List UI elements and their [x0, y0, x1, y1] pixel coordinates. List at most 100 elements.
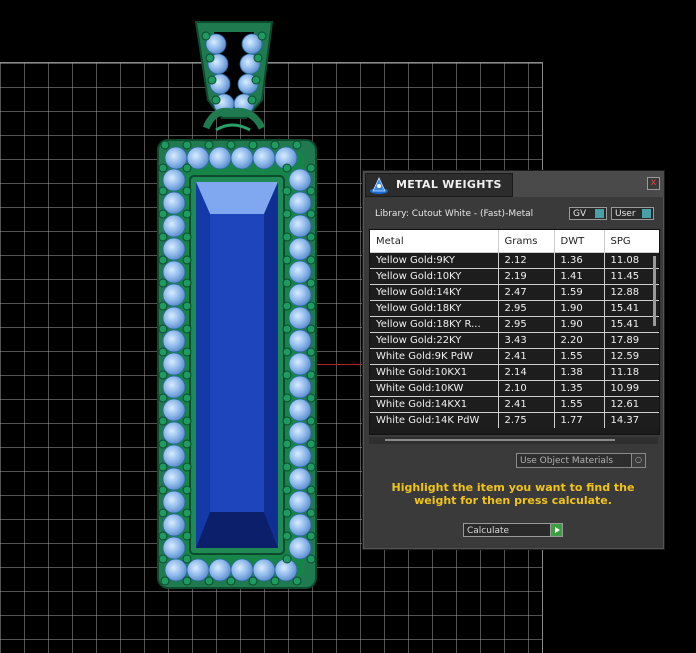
diamond — [162, 444, 186, 468]
diamond — [162, 306, 186, 330]
cell-grams: 2.95 — [498, 316, 555, 333]
table-row[interactable]: White Gold:9K PdW 2.41 1.55 12.59 — [370, 348, 659, 365]
calculate-button[interactable]: Calculate — [463, 523, 563, 537]
table-row[interactable]: White Gold:10KX1 2.14 1.38 11.18 — [370, 364, 659, 381]
prong — [270, 140, 280, 150]
prong — [182, 209, 192, 219]
diamond — [162, 214, 186, 238]
diamond — [162, 513, 186, 537]
cell-metal: White Gold:10KX1 — [370, 364, 499, 381]
diamond — [230, 558, 254, 582]
cell-metal: Yellow Gold:22KY — [370, 332, 499, 349]
use-object-materials-checkbox[interactable]: Use Object Materials ○ — [516, 453, 646, 468]
diamond — [162, 260, 186, 284]
prong — [158, 393, 168, 403]
table-row[interactable]: Yellow Gold:10KY 2.19 1.41 11.45 — [370, 268, 659, 285]
diamond — [288, 329, 312, 353]
cell-spg: 15.41 — [604, 300, 659, 317]
prong — [282, 301, 292, 311]
library-label: Library: Cutout White - (Fast)-Metal — [375, 209, 534, 219]
cell-metal: Yellow Gold:9KY — [370, 252, 499, 269]
prong — [282, 462, 292, 472]
column-header-metal[interactable]: Metal — [370, 230, 499, 253]
prong — [182, 232, 192, 242]
prong — [306, 347, 316, 357]
diamond — [162, 237, 186, 261]
prong — [182, 485, 192, 495]
horizontal-scrollbar[interactable] — [369, 437, 658, 444]
cell-dwt: 1.59 — [554, 284, 605, 301]
cell-dwt: 2.20 — [554, 332, 605, 349]
prong — [282, 278, 292, 288]
prong — [182, 393, 192, 403]
column-header-grams[interactable]: Grams — [498, 230, 555, 253]
prong — [158, 255, 168, 265]
prong — [182, 576, 192, 586]
prong — [282, 370, 292, 380]
table-row[interactable]: White Gold:10KW 2.10 1.35 10.99 — [370, 380, 659, 397]
prong — [306, 370, 316, 380]
prong — [306, 416, 316, 426]
prong — [306, 209, 316, 219]
gv-toggle[interactable]: GV — [569, 207, 607, 220]
close-button[interactable]: x — [647, 177, 660, 190]
diamond — [288, 513, 312, 537]
diamond — [288, 214, 312, 238]
diamond — [288, 490, 312, 514]
prong — [292, 140, 302, 150]
vertical-scrollbar[interactable] — [653, 256, 656, 326]
cell-spg: 12.88 — [604, 284, 659, 301]
prong — [205, 53, 215, 63]
diamond — [288, 536, 312, 560]
prong — [306, 163, 316, 173]
cell-spg: 12.59 — [604, 348, 659, 365]
prong — [160, 576, 170, 586]
play-arrow-icon — [550, 523, 563, 537]
cell-dwt: 1.35 — [554, 380, 605, 397]
column-header-spg[interactable]: SPG — [604, 230, 659, 253]
table-row[interactable]: Yellow Gold:22KY 3.43 2.20 17.89 — [370, 332, 659, 349]
user-toggle-knob-icon — [642, 209, 651, 218]
table-row[interactable]: White Gold:14K PdW 2.75 1.77 14.37 — [370, 412, 659, 428]
prong — [306, 255, 316, 265]
cell-spg: 17.89 — [604, 332, 659, 349]
prong — [306, 508, 316, 518]
panel-tab[interactable]: METAL WEIGHTS — [365, 173, 513, 197]
center-stone — [189, 175, 285, 555]
prong — [282, 186, 292, 196]
table-row[interactable]: Yellow Gold:14KY 2.47 1.59 12.88 — [370, 284, 659, 301]
diamond — [208, 146, 232, 170]
table-row[interactable]: Yellow Gold:18KY 2.95 1.90 15.41 — [370, 300, 659, 317]
diamond — [208, 558, 232, 582]
gv-toggle-knob-icon — [595, 209, 604, 218]
diamond — [288, 398, 312, 422]
cad-viewport[interactable]: METAL WEIGHTS x Library: Cutout White - … — [0, 0, 696, 653]
table-row[interactable]: Yellow Gold:18KY R... 2.95 1.90 15.41 — [370, 316, 659, 333]
prong — [158, 232, 168, 242]
diamond — [288, 191, 312, 215]
prong — [158, 439, 168, 449]
diamond — [162, 398, 186, 422]
diamond — [230, 146, 254, 170]
diamond — [186, 558, 210, 582]
diamond — [162, 168, 186, 192]
user-toggle-label: User — [615, 209, 636, 219]
cell-metal: Yellow Gold:18KY R... — [370, 316, 499, 333]
prong — [248, 140, 258, 150]
prong — [158, 209, 168, 219]
table-row[interactable]: White Gold:14KX1 2.41 1.55 12.61 — [370, 396, 659, 413]
diamond — [288, 260, 312, 284]
user-toggle[interactable]: User — [611, 207, 654, 220]
column-header-dwt[interactable]: DWT — [554, 230, 605, 253]
diamond — [288, 283, 312, 307]
diamond — [162, 375, 186, 399]
cell-metal: White Gold:14KX1 — [370, 396, 499, 413]
cell-spg: 14.37 — [604, 412, 659, 428]
metal-table[interactable]: Metal Grams DWT SPG Yellow Gold:9KY 2.12 1… — [369, 229, 660, 435]
prong — [182, 255, 192, 265]
cell-dwt: 1.90 — [554, 316, 605, 333]
table-row[interactable]: Yellow Gold:9KY 2.12 1.36 11.08 — [370, 252, 659, 269]
horizontal-scroll-thumb[interactable] — [385, 439, 615, 441]
prong — [226, 576, 236, 586]
cell-grams: 2.12 — [498, 252, 555, 269]
